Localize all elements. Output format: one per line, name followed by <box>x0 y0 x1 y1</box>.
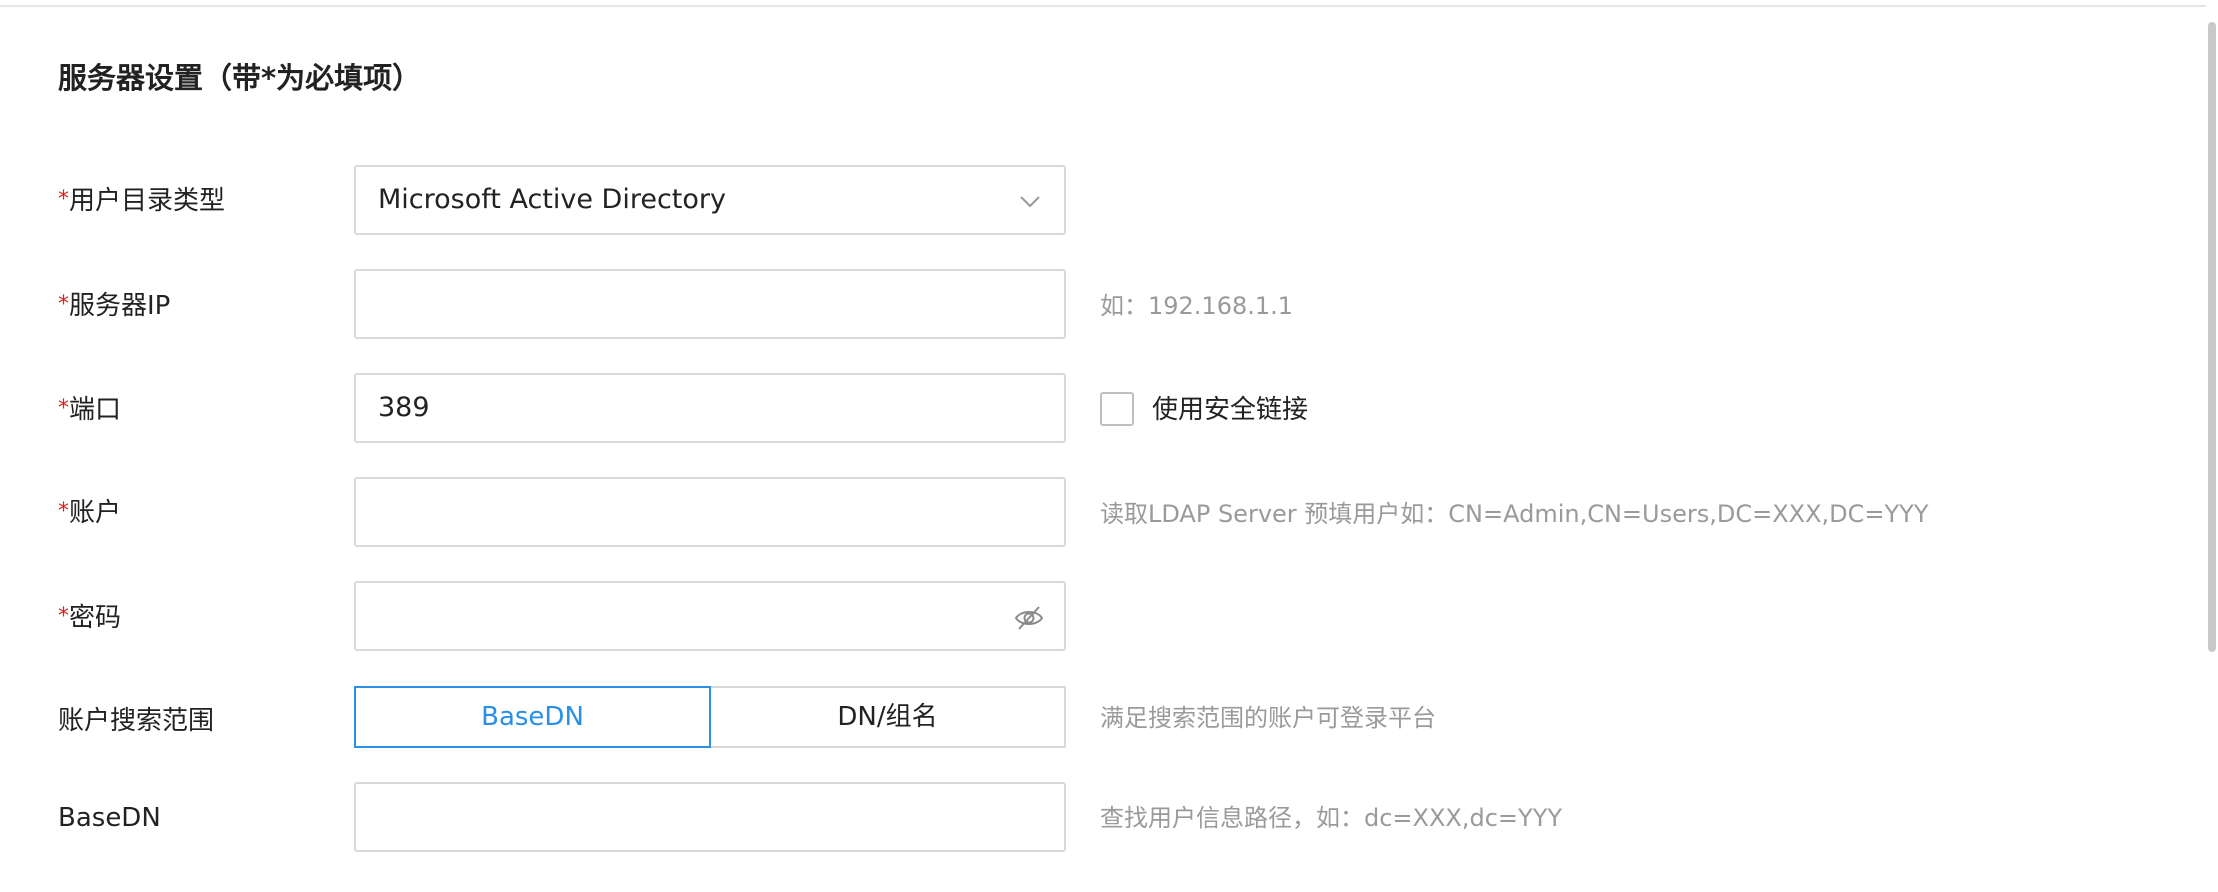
server-ip-label: *服务器IP <box>58 287 170 324</box>
secure-connection-label[interactable]: 使用安全链接 <box>1152 392 1308 428</box>
section-title: 服务器设置（带*为必填项） <box>58 61 422 95</box>
required-mark: * <box>58 292 69 317</box>
scope-option-basedn[interactable]: BaseDN <box>354 686 711 748</box>
port-label: *端口 <box>58 391 121 428</box>
server-ip-input[interactable] <box>354 269 1066 339</box>
search-scope-label: 账户搜索范围 <box>58 706 215 736</box>
eye-slash-icon[interactable] <box>1014 603 1044 633</box>
required-mark: * <box>58 604 69 629</box>
scrollbar-thumb[interactable] <box>2208 22 2216 652</box>
port-input[interactable]: 389 <box>354 373 1066 443</box>
password-label: *密码 <box>58 599 121 636</box>
basedn-label: BaseDN <box>58 803 161 833</box>
basedn-hint: 查找用户信息路径，如：dc=XXX,dc=YYY <box>1100 804 1563 832</box>
port-value: 389 <box>378 392 430 423</box>
basedn-input[interactable] <box>354 782 1066 852</box>
directory-type-value: Microsoft Active Directory <box>378 184 726 215</box>
server-ip-hint: 如：192.168.1.1 <box>1100 292 1294 320</box>
directory-type-label-text: 用户目录类型 <box>69 186 226 216</box>
directory-type-label: *用户目录类型 <box>58 182 225 219</box>
secure-connection-checkbox[interactable] <box>1100 392 1134 426</box>
scope-option-dn-group[interactable]: DN/组名 <box>709 686 1066 748</box>
required-mark: * <box>58 396 69 421</box>
search-scope-hint: 满足搜索范围的账户可登录平台 <box>1100 704 1436 732</box>
chevron-down-icon <box>1020 196 1040 208</box>
account-label: *账户 <box>58 494 121 531</box>
required-mark: * <box>58 499 69 524</box>
required-mark: * <box>58 187 69 212</box>
server-ip-label-text: 服务器IP <box>69 291 171 321</box>
account-hint: 读取LDAP Server 预填用户如：CN=Admin,CN=Users,DC… <box>1100 500 1929 528</box>
password-label-text: 密码 <box>69 603 122 633</box>
password-input[interactable] <box>354 581 1066 651</box>
directory-type-select[interactable]: Microsoft Active Directory <box>354 165 1066 235</box>
port-label-text: 端口 <box>69 395 122 425</box>
account-input[interactable] <box>354 477 1066 547</box>
top-divider <box>0 5 2206 7</box>
account-label-text: 账户 <box>69 498 122 528</box>
